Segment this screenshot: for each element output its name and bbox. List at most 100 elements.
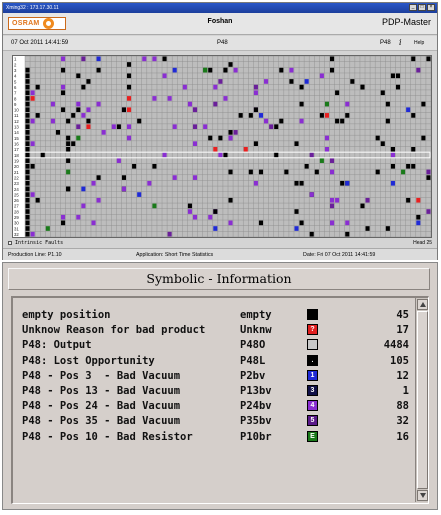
grid-cell-lost-opportunity <box>335 90 340 96</box>
grid-cell-pos35 <box>218 79 223 84</box>
grid-cell-lost-opportunity <box>335 118 340 124</box>
scrollbar[interactable] <box>415 298 428 502</box>
grid-row-label: 18 <box>14 153 19 158</box>
minimize-button[interactable]: _ <box>409 4 417 11</box>
grid-cell-lost <box>25 84 30 90</box>
legend-row[interactable]: P48 - Pos 24 - Bad Vacuum P24bv 4 88 <box>13 399 415 414</box>
grid-cell-lost-opportunity <box>162 56 167 62</box>
legend-row[interactable]: P48 - Pos 35 - Bad Vacuum P35bv 5 32 <box>13 414 415 429</box>
grid-cell-pos3 <box>345 180 350 186</box>
grid-cell-pos24 <box>96 101 101 107</box>
window-titlebar[interactable]: Xming32 : 173.17.30.11 _ □ × <box>3 3 437 13</box>
grid-cell-lost-opportunity <box>314 169 319 175</box>
grid-cell-pos24 <box>61 214 66 220</box>
legend-row[interactable]: P48: Output P48O 4484 <box>13 338 415 353</box>
machine-selector[interactable]: P48 <box>380 40 391 46</box>
grid-cell-pos24 <box>390 152 395 158</box>
grid-cell-pos3 <box>406 107 411 113</box>
scroll-down-arrow-icon[interactable] <box>417 490 428 501</box>
fault-grid[interactable]: 1 2 3 4 5 6 7 8 9 10 11 12 13 14 15 16 17 18 19 20 21 22 23 24 2… <box>12 55 432 238</box>
grid-cell-pos24 <box>81 113 86 118</box>
grid-cell-pos24 <box>162 73 167 79</box>
head-count-value: 25 <box>426 240 432 246</box>
grid-cell-unknown <box>324 113 329 118</box>
info-icon[interactable]: i <box>399 38 402 47</box>
grid-row-label: 23 <box>14 181 19 186</box>
grid-row-label: 14 <box>14 130 19 135</box>
grid-cell-pos3 <box>390 180 395 186</box>
grid-cell-lost <box>25 73 30 79</box>
grid-cell-pos10 <box>319 158 324 163</box>
grid-cell-pos10 <box>401 169 406 175</box>
grid-row-label: 28 <box>14 209 19 214</box>
grid-cell-pos3 <box>172 67 177 73</box>
close-button[interactable]: × <box>427 4 435 11</box>
grid-cell-pos24 <box>30 231 35 237</box>
grid-cell-lost-opportunity <box>228 62 233 67</box>
grid-cell-lost <box>25 67 30 73</box>
grid-cell-pos24 <box>218 152 223 158</box>
legend-count: 12 <box>396 369 409 382</box>
grid-cell-lost-opportunity <box>411 163 416 169</box>
grid-cell-pos35 <box>309 152 314 158</box>
legend-code: P48O <box>240 339 266 352</box>
grid-cell-lost-opportunity <box>294 209 299 214</box>
grid-cell-pos24 <box>50 101 55 107</box>
grid-cell-pos35 <box>330 203 335 209</box>
legend-row[interactable]: P48 - Pos 3 - Bad Vacuum P2bv 1 12 <box>13 369 415 384</box>
legend-swatch <box>307 339 318 351</box>
grid-cell-unknown <box>416 197 421 203</box>
grid-cell-lost-opportunity <box>406 163 411 169</box>
grid-cell-pos24 <box>330 220 335 226</box>
grid-cell-pos35 <box>167 231 172 237</box>
scrollbar-thumb[interactable] <box>417 311 428 489</box>
intrinsic-faults-checkbox[interactable] <box>8 241 12 245</box>
grid-cell-pos24 <box>172 175 177 180</box>
grid-cell-lost-opportunity <box>299 84 304 90</box>
grid-cell-lost-opportunity <box>279 67 284 73</box>
grid-cell-pos35 <box>426 169 431 175</box>
grid-cell-pos24 <box>111 124 116 130</box>
window-title: Xming32 : 173.17.30.11 <box>6 5 59 11</box>
head-count-label: Head <box>413 240 426 246</box>
grid-cell-pos24 <box>91 220 96 226</box>
grid-cell-lost-opportunity <box>121 107 126 113</box>
grid-cell-pos24 <box>192 141 198 146</box>
legend-count: 17 <box>396 324 409 337</box>
grid-cell-pos24 <box>330 197 335 203</box>
grid-cell-lost-opportunity <box>35 197 40 203</box>
legend-description: P48: Output <box>22 339 92 352</box>
grid-cell-pos24 <box>330 169 335 175</box>
grid-cell-lost-opportunity <box>380 90 385 96</box>
legend-row[interactable]: P48 - Pos 10 - Bad Resistor P10br E 16 <box>13 430 415 445</box>
grid-cell-lost-opportunity <box>385 118 390 124</box>
grid-cell-unknown <box>213 147 218 152</box>
grid-cell-lost-opportunity <box>416 214 421 220</box>
symbolic-information-window: Symbolic - Information empty position emp… <box>2 262 438 510</box>
grid-row-label: 10 <box>14 108 19 113</box>
date-status: Date: Fri 07 Oct 2011 14:41:59 <box>303 252 376 258</box>
grid-cell-unknown <box>127 96 132 101</box>
app-name: PDP-Master <box>381 17 431 27</box>
grid-cell-lost-opportunity <box>299 220 304 226</box>
legend-row[interactable]: empty position empty 45 <box>13 308 415 323</box>
scroll-up-arrow-icon[interactable] <box>417 299 428 310</box>
grid-cell-lost-opportunity <box>345 231 350 237</box>
grid-cell-pos35 <box>76 124 81 130</box>
grid-cell-lost <box>25 203 30 209</box>
help-button[interactable]: Help <box>414 40 424 46</box>
maximize-button[interactable]: □ <box>418 4 426 11</box>
legend-row[interactable]: Unknow Reason for bad product Unknw? 17 <box>13 323 415 338</box>
grid-cell-lost-opportunity <box>350 79 355 84</box>
grid-cell-pos24 <box>187 209 192 214</box>
legend-row[interactable]: P48: Lost Opportunity P48L. 105 <box>13 354 415 369</box>
grid-cell-lost <box>25 220 30 226</box>
legend-row[interactable]: P48 - Pos 13 - Bad Vacuum P13bv 3 1 <box>13 384 415 399</box>
grid-cell-pos24 <box>127 124 132 130</box>
grid-cell-lost <box>25 192 30 197</box>
grid-row-label: 24 <box>14 187 19 192</box>
grid-cell-pos10 <box>324 101 329 107</box>
grid-cell-pos24 <box>30 141 35 146</box>
grid-cell-pos10 <box>152 203 157 209</box>
grid-cell-pos24 <box>30 90 35 96</box>
